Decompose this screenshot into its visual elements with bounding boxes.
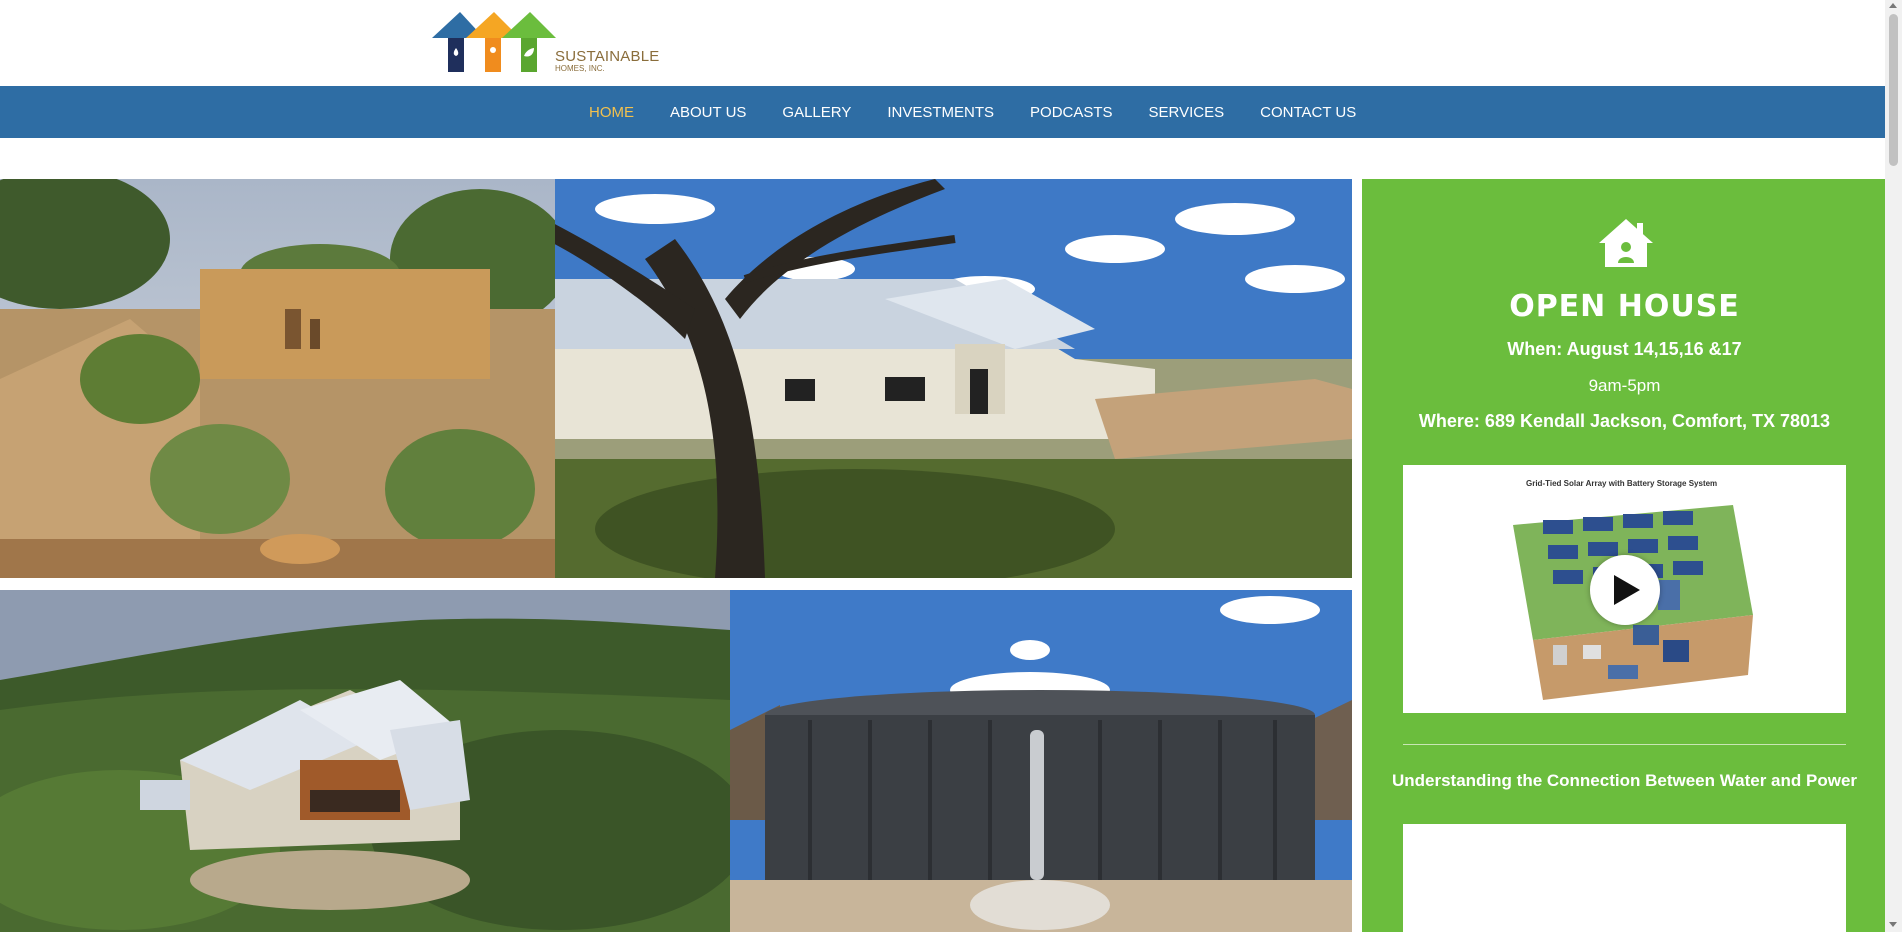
stone-house-garden-photo[interactable] xyxy=(0,179,555,578)
open-house-where: Where: 689 Kendall Jackson, Comfort, TX … xyxy=(1418,411,1831,431)
sidebar-content-box xyxy=(1403,824,1846,932)
solar-video-thumbnail[interactable]: Grid-Tied Solar Array with Battery Stora… xyxy=(1403,465,1846,713)
play-icon[interactable] xyxy=(1590,555,1660,625)
scroll-thumb[interactable] xyxy=(1889,14,1898,166)
nav-item-home[interactable]: HOME xyxy=(589,104,634,121)
nav-list: HOME ABOUT US GALLERY INVESTMENTS PODCAS… xyxy=(589,86,1392,138)
ranch-house-oak-tree-photo[interactable] xyxy=(555,179,1352,578)
logo-name-line1: SUSTAINABLE xyxy=(555,48,660,65)
video-caption: Grid-Tied Solar Array with Battery Stora… xyxy=(1526,479,1718,488)
page-scrollbar[interactable] xyxy=(1885,0,1902,932)
site-logo[interactable]: SUSTAINABLE HOMES, INC. xyxy=(432,10,662,74)
logo-name-line2: HOMES, INC. xyxy=(555,64,605,73)
nav-item-contact-us[interactable]: CONTACT US xyxy=(1260,104,1356,121)
open-house-when: When: August 14,15,16 &17 xyxy=(1507,339,1742,359)
rainwater-tank-photo[interactable] xyxy=(730,590,1352,932)
sidebar-divider xyxy=(1403,744,1846,745)
nav-item-about-us[interactable]: ABOUT US xyxy=(670,104,746,121)
aerial-hill-home-photo[interactable] xyxy=(0,590,730,932)
open-house-title: OPEN HOUSE xyxy=(1509,289,1740,324)
open-house-sidebar: OPEN HOUSE When: August 14,15,16 &17 9am… xyxy=(1362,179,1887,932)
nav-item-podcasts[interactable]: PODCASTS xyxy=(1030,104,1113,121)
water-power-heading: Understanding the Connection Between Wat… xyxy=(1391,771,1858,790)
site-header: SUSTAINABLE HOMES, INC. xyxy=(0,0,1885,86)
nav-item-investments[interactable]: INVESTMENTS xyxy=(887,104,994,121)
nav-item-services[interactable]: SERVICES xyxy=(1149,104,1225,121)
nav-item-gallery[interactable]: GALLERY xyxy=(782,104,851,121)
open-house-time: 9am-5pm xyxy=(1588,376,1661,395)
logo-houses-icon xyxy=(432,12,556,72)
scroll-down-icon[interactable] xyxy=(1889,922,1897,927)
scroll-up-icon[interactable] xyxy=(1889,3,1897,8)
main-nav: HOME ABOUT US GALLERY INVESTMENTS PODCAS… xyxy=(0,86,1885,138)
house-icon xyxy=(1597,217,1655,269)
